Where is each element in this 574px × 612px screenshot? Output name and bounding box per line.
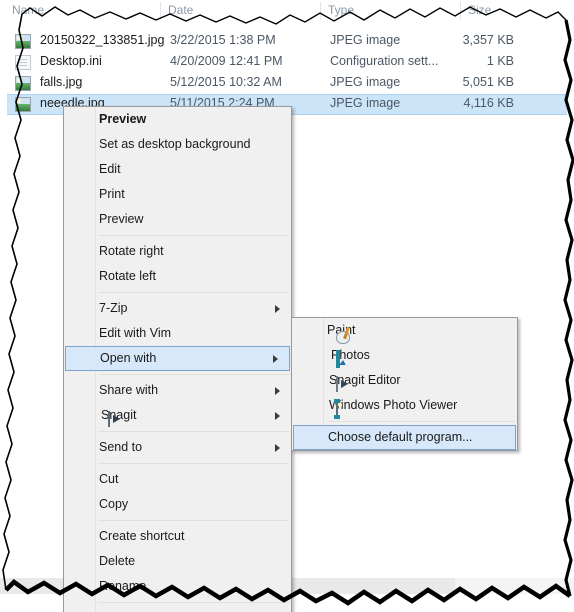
- photos-icon: [336, 350, 340, 368]
- menu-separator: [98, 374, 289, 375]
- menu-item-label: Print: [99, 187, 125, 201]
- submenu-item-paint[interactable]: Paint: [292, 318, 517, 343]
- file-name: falls.jpg: [40, 75, 83, 89]
- menu-item-edit-with-vim[interactable]: Edit with Vim: [64, 321, 291, 346]
- jpeg-image-icon: [15, 76, 31, 91]
- submenu-item-photos[interactable]: Photos: [292, 343, 517, 368]
- menu-item-create-shortcut[interactable]: Create shortcut: [64, 524, 291, 549]
- menu-item-rename[interactable]: Rename: [64, 574, 291, 599]
- menu-item-preview[interactable]: Preview: [64, 207, 291, 232]
- menu-item-label: Share with: [99, 383, 159, 397]
- submenu-item-choose-default-program[interactable]: Choose default program...: [293, 425, 516, 450]
- table-row[interactable]: falls.jpg 5/12/2015 10:32 AM JPEG image …: [8, 73, 566, 94]
- file-name: 20150322_133851.jpg: [40, 33, 165, 47]
- file-size: 5,051 KB: [462, 75, 514, 89]
- menu-item-copy[interactable]: Copy: [64, 492, 291, 517]
- table-row[interactable]: 20150322_133851.jpg 3/22/2015 1:38 PM JP…: [8, 31, 566, 52]
- menu-item-label: Cut: [99, 472, 119, 486]
- menu-item-cut[interactable]: Cut: [64, 467, 291, 492]
- file-name: Desktop.ini: [40, 54, 102, 68]
- menu-item-label: Edit with Vim: [99, 326, 172, 340]
- menu-item-edit[interactable]: Edit: [64, 157, 291, 182]
- screenshot-root: Name Date Type Size 20150322_133851.jpg …: [0, 0, 574, 612]
- menu-separator: [98, 463, 289, 464]
- table-row[interactable]: Desktop.ini 4/20/2009 12:41 PM Configura…: [8, 52, 566, 73]
- file-type: JPEG image: [330, 75, 401, 89]
- column-header-row: Name Date Type Size: [0, 0, 574, 24]
- menu-item-label: Rotate right: [99, 244, 164, 258]
- context-menu: Preview Set as desktop background Edit P…: [63, 106, 292, 612]
- menu-item-send-to[interactable]: Send to: [64, 435, 291, 460]
- column-header-size[interactable]: Size: [468, 3, 491, 17]
- jpeg-image-icon: [15, 97, 31, 112]
- file-size: 1 KB: [486, 54, 514, 68]
- menu-item-label: Open with: [100, 351, 157, 365]
- submenu-item-windows-photo-viewer[interactable]: Windows Photo Viewer: [292, 393, 517, 419]
- column-header-type[interactable]: Type: [328, 3, 354, 17]
- chevron-right-icon: [275, 443, 280, 452]
- menu-item-label: Delete: [99, 554, 136, 568]
- submenu-item-snagit-editor[interactable]: Snagit Editor: [292, 368, 517, 393]
- menu-item-label: Preview: [99, 212, 144, 226]
- menu-item-label: Windows Photo Viewer: [329, 398, 458, 412]
- menu-separator: [98, 235, 289, 236]
- chevron-right-icon: [275, 411, 280, 420]
- menu-item-print[interactable]: Print: [64, 182, 291, 207]
- file-size: 3,357 KB: [462, 33, 514, 47]
- menu-item-7-zip[interactable]: 7-Zip: [64, 296, 291, 321]
- menu-item-rotate-right[interactable]: Rotate right: [64, 239, 291, 264]
- menu-item-label: Preview: [99, 112, 147, 126]
- menu-separator: [98, 431, 289, 432]
- menu-item-label: Snagit Editor: [329, 373, 401, 387]
- snagit-icon: [108, 411, 110, 427]
- menu-separator: [98, 602, 289, 603]
- snagit-editor-icon: [336, 376, 338, 392]
- menu-item-delete[interactable]: Delete: [64, 549, 291, 574]
- file-type: JPEG image: [330, 96, 401, 110]
- window-bottom-strip-light: [455, 578, 574, 594]
- open-with-submenu: Paint Photos Snagit Editor Windows Photo…: [291, 317, 518, 451]
- menu-item-properties[interactable]: Properties: [64, 606, 291, 612]
- file-type: JPEG image: [330, 33, 401, 47]
- menu-item-label: Rotate left: [99, 269, 156, 283]
- menu-item-preview-default[interactable]: Preview: [64, 107, 291, 132]
- menu-item-share-with[interactable]: Share with: [64, 378, 291, 403]
- file-size: 4,116 KB: [463, 96, 514, 110]
- menu-item-set-as-desktop-background[interactable]: Set as desktop background: [64, 132, 291, 157]
- menu-item-label: Create shortcut: [99, 529, 185, 543]
- chevron-right-icon: [275, 386, 280, 395]
- column-header-date[interactable]: Date: [168, 3, 193, 17]
- jpeg-image-icon: [15, 34, 31, 49]
- menu-item-rotate-left[interactable]: Rotate left: [64, 264, 291, 289]
- menu-item-open-with[interactable]: Open with: [65, 346, 290, 371]
- menu-item-label: Rename: [99, 579, 147, 593]
- menu-item-snagit[interactable]: Snagit: [64, 403, 291, 428]
- column-header-name[interactable]: Name: [12, 3, 44, 17]
- file-date: 3/22/2015 1:38 PM: [170, 33, 276, 47]
- file-date: 5/12/2015 10:32 AM: [170, 75, 282, 89]
- menu-item-label: 7-Zip: [99, 301, 128, 315]
- file-date: 4/20/2009 12:41 PM: [170, 54, 283, 68]
- file-type: Configuration sett...: [330, 54, 439, 68]
- menu-item-label: Edit: [99, 162, 121, 176]
- windows-photo-viewer-icon: [334, 399, 340, 419]
- configuration-file-icon: [15, 55, 31, 70]
- menu-item-label: Choose default program...: [328, 430, 473, 444]
- menu-separator: [98, 292, 289, 293]
- menu-item-label: Set as desktop background: [99, 137, 251, 151]
- menu-item-label: Copy: [99, 497, 129, 511]
- chevron-right-icon: [275, 304, 280, 313]
- menu-item-label: Send to: [99, 440, 143, 454]
- menu-separator: [326, 421, 515, 422]
- chevron-right-icon: [273, 354, 278, 363]
- menu-separator: [98, 520, 289, 521]
